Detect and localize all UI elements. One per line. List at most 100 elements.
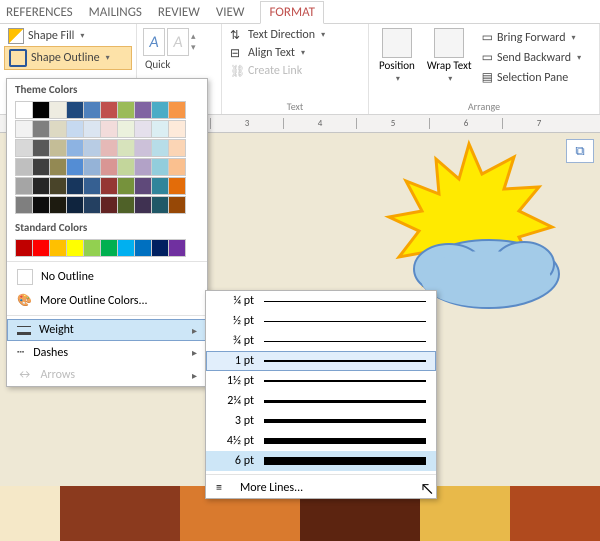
color-swatch[interactable] <box>168 196 186 214</box>
color-swatch[interactable] <box>15 158 33 176</box>
tab-view[interactable]: VIEW <box>216 5 245 23</box>
color-swatch[interactable] <box>15 239 33 257</box>
tab-format[interactable]: FORMAT <box>260 1 323 24</box>
color-swatch[interactable] <box>15 120 33 138</box>
color-swatch[interactable] <box>117 239 135 257</box>
weight-option[interactable]: 3 pt <box>206 411 436 431</box>
color-swatch[interactable] <box>49 101 67 119</box>
color-swatch[interactable] <box>134 158 152 176</box>
weight-menu-item[interactable]: Weight▸ <box>7 319 207 341</box>
color-swatch[interactable] <box>83 120 101 138</box>
tab-mailings[interactable]: MAILINGS <box>89 5 142 23</box>
color-swatch[interactable] <box>168 139 186 157</box>
tab-references[interactable]: REFERENCES <box>6 5 73 23</box>
color-swatch[interactable] <box>134 196 152 214</box>
more-outline-colors-item[interactable]: 🎨More Outline Colors... <box>7 289 207 312</box>
color-swatch[interactable] <box>32 158 50 176</box>
color-swatch[interactable] <box>32 120 50 138</box>
selection-pane-button[interactable]: ▤Selection Pane <box>478 68 586 87</box>
tab-review[interactable]: REVIEW <box>158 5 200 23</box>
weight-option[interactable]: 4½ pt <box>206 431 436 451</box>
color-swatch[interactable] <box>134 120 152 138</box>
send-backward-button[interactable]: ▭Send Backward▾ <box>478 48 586 67</box>
color-swatch[interactable] <box>49 120 67 138</box>
weight-option[interactable]: ¼ pt <box>206 291 436 311</box>
color-swatch[interactable] <box>100 120 118 138</box>
layout-options-button[interactable]: ⧉ <box>566 139 594 163</box>
color-swatch[interactable] <box>83 239 101 257</box>
color-swatch[interactable] <box>32 101 50 119</box>
color-swatch[interactable] <box>134 177 152 195</box>
weight-option[interactable]: ¾ pt <box>206 331 436 351</box>
shape-fill-button[interactable]: Shape Fill ▾ <box>4 26 132 46</box>
color-swatch[interactable] <box>66 196 84 214</box>
color-swatch[interactable] <box>66 120 84 138</box>
text-direction-button[interactable]: ⇅Text Direction▾ <box>226 26 364 44</box>
color-swatch[interactable] <box>66 101 84 119</box>
color-swatch[interactable] <box>168 177 186 195</box>
color-swatch[interactable] <box>117 120 135 138</box>
wordart-style-1[interactable]: A <box>143 28 165 56</box>
color-swatch[interactable] <box>83 196 101 214</box>
color-swatch[interactable] <box>117 196 135 214</box>
color-swatch[interactable] <box>151 239 169 257</box>
color-swatch[interactable] <box>15 196 33 214</box>
color-swatch[interactable] <box>151 177 169 195</box>
color-swatch[interactable] <box>15 177 33 195</box>
no-outline-item[interactable]: No Outline <box>7 265 207 289</box>
color-swatch[interactable] <box>151 101 169 119</box>
shape-outline-button[interactable]: Shape Outline ▾ <box>4 46 132 70</box>
color-swatch[interactable] <box>66 139 84 157</box>
color-swatch[interactable] <box>134 239 152 257</box>
bring-forward-button[interactable]: ▭Bring Forward▾ <box>478 28 586 47</box>
color-swatch[interactable] <box>100 158 118 176</box>
color-swatch[interactable] <box>49 239 67 257</box>
color-swatch[interactable] <box>117 139 135 157</box>
weight-option[interactable]: 2¼ pt <box>206 391 436 411</box>
color-swatch[interactable] <box>83 139 101 157</box>
color-swatch[interactable] <box>49 196 67 214</box>
weight-option[interactable]: 1½ pt <box>206 371 436 391</box>
color-swatch[interactable] <box>134 101 152 119</box>
align-text-button[interactable]: ⊟Align Text▾ <box>226 44 364 62</box>
color-swatch[interactable] <box>49 158 67 176</box>
wordart-style-2[interactable]: A <box>167 28 189 56</box>
color-swatch[interactable] <box>49 177 67 195</box>
color-swatch[interactable] <box>117 158 135 176</box>
weight-option[interactable]: 6 pt <box>206 451 436 471</box>
color-swatch[interactable] <box>83 177 101 195</box>
color-swatch[interactable] <box>32 239 50 257</box>
color-swatch[interactable] <box>66 239 84 257</box>
color-swatch[interactable] <box>15 139 33 157</box>
color-swatch[interactable] <box>66 177 84 195</box>
more-lines-item[interactable]: ≡More Lines... <box>206 478 436 498</box>
color-swatch[interactable] <box>134 139 152 157</box>
color-swatch[interactable] <box>168 120 186 138</box>
color-swatch[interactable] <box>32 196 50 214</box>
weight-option[interactable]: ½ pt <box>206 311 436 331</box>
color-swatch[interactable] <box>100 196 118 214</box>
weight-option[interactable]: 1 pt <box>206 351 436 371</box>
color-swatch[interactable] <box>151 139 169 157</box>
color-swatch[interactable] <box>151 196 169 214</box>
color-swatch[interactable] <box>117 177 135 195</box>
color-swatch[interactable] <box>168 239 186 257</box>
dashes-menu-item[interactable]: ┄Dashes▸ <box>7 341 207 364</box>
color-swatch[interactable] <box>15 101 33 119</box>
color-swatch[interactable] <box>117 101 135 119</box>
color-swatch[interactable] <box>100 239 118 257</box>
color-swatch[interactable] <box>66 158 84 176</box>
color-swatch[interactable] <box>168 101 186 119</box>
color-swatch[interactable] <box>168 158 186 176</box>
color-swatch[interactable] <box>100 177 118 195</box>
color-swatch[interactable] <box>151 120 169 138</box>
color-swatch[interactable] <box>83 158 101 176</box>
color-swatch[interactable] <box>83 101 101 119</box>
color-swatch[interactable] <box>100 101 118 119</box>
color-swatch[interactable] <box>32 139 50 157</box>
color-swatch[interactable] <box>151 158 169 176</box>
color-swatch[interactable] <box>32 177 50 195</box>
color-swatch[interactable] <box>100 139 118 157</box>
wordart-more-icon[interactable]: ▴▾ <box>191 28 196 56</box>
color-swatch[interactable] <box>49 139 67 157</box>
